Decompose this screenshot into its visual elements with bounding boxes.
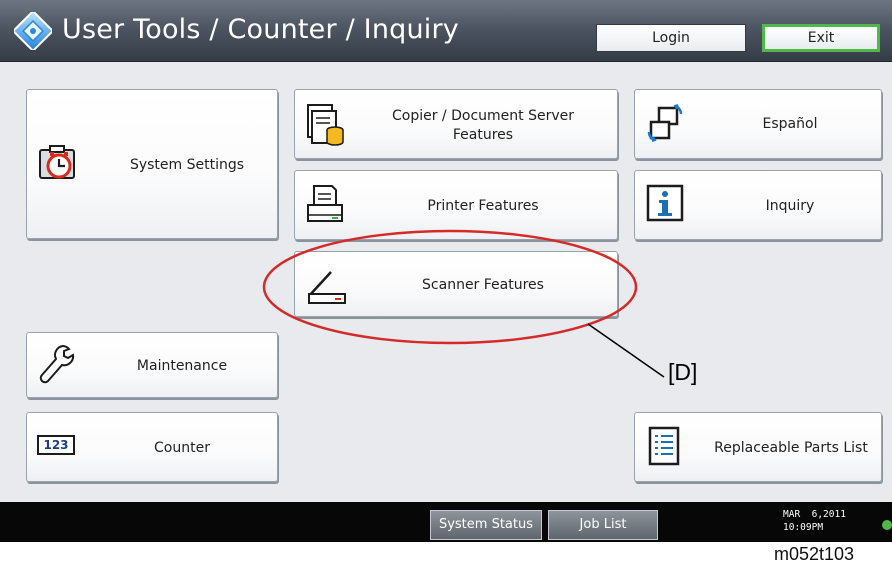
maintenance-label: Maintenance (136, 358, 228, 374)
menu-area: System Settings Copier / Document Server… (0, 62, 892, 502)
page-title: User Tools / Counter / Inquiry (62, 14, 459, 45)
job-list-button[interactable]: Job List (548, 510, 658, 540)
scanner-icon (308, 271, 346, 304)
replaceable-parts-list-label: Replaceable Parts List (714, 440, 868, 456)
language-button[interactable]: Español (634, 89, 882, 159)
status-led-icon (882, 520, 892, 530)
system-settings-button[interactable]: System Settings (26, 89, 278, 239)
printer-features-label: Printer Features (427, 198, 539, 214)
date-text: MAR 6,2011 (783, 509, 846, 520)
info-icon (646, 184, 684, 222)
figure-id-label: m052t103 (774, 544, 855, 564)
copier-features-label-line1: Copier / Document Server (392, 108, 574, 124)
list-icon (648, 426, 680, 466)
inquiry-label: Inquiry (765, 198, 815, 214)
counter-button[interactable]: 123 Counter (26, 412, 278, 482)
time-text: 10:09PM (783, 522, 824, 533)
language-label: Español (762, 116, 818, 132)
date-display: MAR 6,2011 10:09PM (783, 508, 846, 534)
maintenance-button[interactable]: Maintenance (26, 332, 278, 398)
printer-icon (307, 185, 343, 222)
inquiry-button[interactable]: Inquiry (634, 170, 882, 240)
copier-features-button[interactable]: Copier / Document Server Features (294, 89, 618, 159)
system-settings-label: System Settings (129, 157, 245, 173)
status-bar: System Status Job List MAR 6,2011 10:09P… (0, 502, 892, 542)
system-status-button[interactable]: System Status (430, 510, 542, 540)
login-button[interactable]: Login (596, 24, 746, 52)
scanner-features-button[interactable]: Scanner Features (294, 251, 618, 317)
diamond-logo-icon (14, 12, 52, 50)
language-switch-icon (647, 104, 683, 142)
counter-label: Counter (154, 440, 210, 456)
header-bar: User Tools / Counter / Inquiry Login Exi… (0, 0, 892, 62)
callout-label: [D] (668, 359, 698, 385)
copier-features-label-line2: Features (452, 127, 514, 143)
copier-icon (307, 104, 344, 146)
exit-button[interactable]: Exit (762, 24, 880, 52)
replaceable-parts-list-button[interactable]: Replaceable Parts List (634, 412, 882, 482)
wrench-icon (39, 344, 75, 384)
printer-features-button[interactable]: Printer Features (294, 170, 618, 240)
scanner-features-label: Scanner Features (422, 277, 544, 293)
counter-123-icon: 123 (37, 435, 75, 455)
system-settings-icon (39, 145, 75, 179)
